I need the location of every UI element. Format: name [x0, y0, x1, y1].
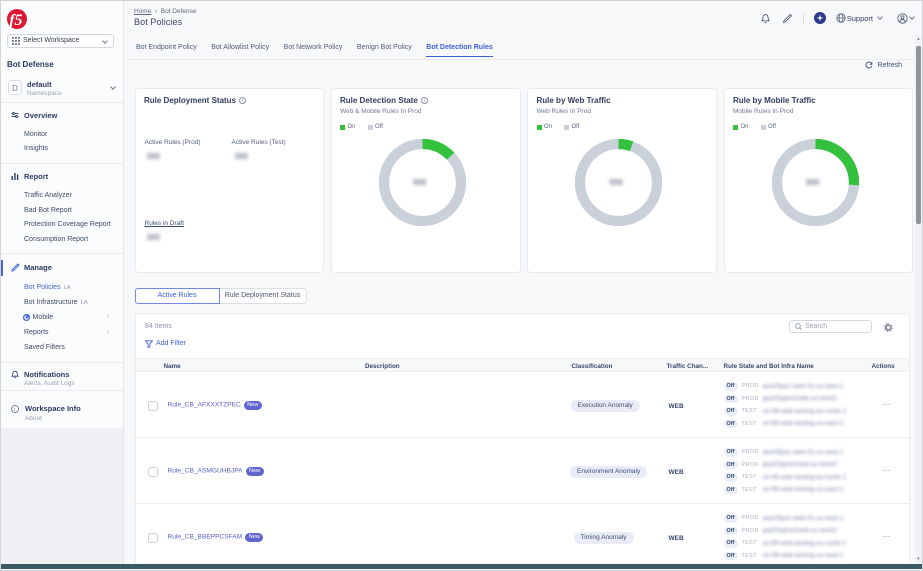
- svg-text:f5: f5: [9, 12, 22, 29]
- svg-text:i: i: [14, 407, 15, 413]
